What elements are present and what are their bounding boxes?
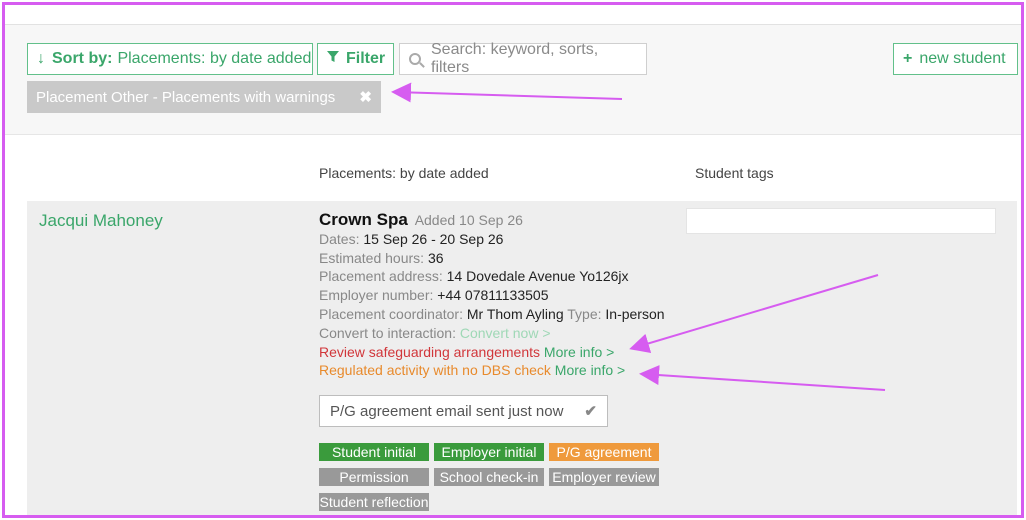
filter-label: Filter	[346, 50, 386, 67]
type-value: In-person	[605, 305, 665, 322]
column-header-placements: Placements: by date added	[319, 165, 489, 181]
status-badge-employer-initial[interactable]: Employer initial	[434, 443, 544, 461]
placement-employer-number: Employer number: +44 07811133505	[319, 286, 679, 305]
search-placeholder: Search: keyword, sorts, filters	[431, 41, 599, 76]
employer-number-value: +44 07811133505	[437, 287, 549, 304]
new-student-button[interactable]: + new student	[893, 43, 1018, 75]
warning-safeguarding: Review safeguarding arrangements More in…	[319, 343, 679, 362]
screenshot-frame: ↓ Sort by: Placements: by date added Fil…	[2, 2, 1024, 518]
warning-dbs-text: Regulated activity with no DBS check	[319, 362, 551, 379]
placement-dates: Dates: 15 Sep 26 - 20 Sep 26	[319, 230, 679, 249]
placement-convert: Convert to interaction: Convert now >	[319, 324, 679, 343]
status-badge-employer-review[interactable]: Employer review	[549, 468, 659, 486]
warning-dbs: Regulated activity with no DBS check Mor…	[319, 361, 679, 380]
status-note-field[interactable]: P/G agreement email sent just now ✔	[319, 395, 608, 427]
dates-value: 15 Sep 26 - 20 Sep 26	[363, 230, 504, 247]
sort-button[interactable]: ↓ Sort by: Placements: by date added	[27, 43, 313, 75]
type-label: Type:	[567, 305, 602, 322]
new-student-label: new student	[919, 50, 1006, 67]
placement-details: Crown Spa Added 10 Sep 26 Dates: 15 Sep …	[319, 210, 679, 380]
hours-value: 36	[427, 249, 444, 266]
status-badge-pg-agreement[interactable]: P/G agreement	[549, 443, 659, 461]
dates-label: Dates:	[319, 230, 360, 247]
active-filter-label: Placement Other - Placements with warnin…	[36, 88, 336, 106]
search-icon	[409, 53, 421, 65]
student-name-link[interactable]: Jacqui Mahoney	[39, 211, 163, 231]
sort-value: Placements: by date added	[117, 50, 312, 67]
address-label: Placement address:	[319, 268, 443, 285]
placement-address: Placement address: 14 Dovedale Avenue Yo…	[319, 267, 679, 286]
status-badge-student-reflection[interactable]: Student reflection	[319, 493, 429, 511]
hours-label: Estimated hours:	[319, 249, 425, 266]
search-input[interactable]: Search: keyword, sorts, filters	[399, 41, 647, 76]
placement-employer[interactable]: Crown Spa	[319, 210, 408, 229]
sort-arrow-down-icon: ↓	[37, 50, 45, 67]
placement-hours: Estimated hours: 36	[319, 249, 679, 268]
student-tags-input[interactable]	[686, 208, 996, 234]
close-icon[interactable]: ✖	[359, 88, 372, 106]
filter-button[interactable]: Filter	[317, 43, 394, 75]
more-info-link-dbs[interactable]: More info >	[555, 362, 625, 378]
status-badge-permission[interactable]: Permission	[319, 468, 429, 486]
top-bar	[5, 5, 1021, 25]
status-badge-student-initial[interactable]: Student initial	[319, 443, 429, 461]
column-header-student-tags: Student tags	[695, 165, 774, 181]
status-badge-school-check-in[interactable]: School check-in	[434, 468, 544, 486]
status-note-text: P/G agreement email sent just now	[330, 402, 564, 420]
more-info-link-safeguarding[interactable]: More info >	[544, 344, 614, 360]
address-value: 14 Dovedale Avenue Yo126jx	[446, 268, 629, 285]
checkmark-icon: ✔	[584, 403, 597, 420]
active-filter-chip[interactable]: Placement Other - Placements with warnin…	[27, 81, 381, 113]
placement-added-date: Added 10 Sep 26	[414, 212, 523, 228]
warning-safeguarding-text: Review safeguarding arrangements	[319, 343, 541, 360]
convert-label: Convert to interaction:	[319, 324, 456, 341]
convert-now-link[interactable]: Convert now >	[460, 325, 551, 341]
plus-icon: +	[903, 50, 913, 67]
employer-number-label: Employer number:	[319, 287, 434, 304]
student-row: Jacqui Mahoney Crown Spa Added 10 Sep 26…	[27, 201, 1017, 515]
placement-coordinator: Placement coordinator: Mr Thom Ayling Ty…	[319, 305, 679, 324]
placement-title-line: Crown Spa Added 10 Sep 26	[319, 210, 679, 230]
filter-funnel-icon	[327, 50, 339, 68]
coordinator-label: Placement coordinator:	[319, 305, 463, 322]
sort-prefix: Sort by:	[52, 50, 113, 67]
coordinator-value: Mr Thom Ayling	[466, 305, 564, 322]
